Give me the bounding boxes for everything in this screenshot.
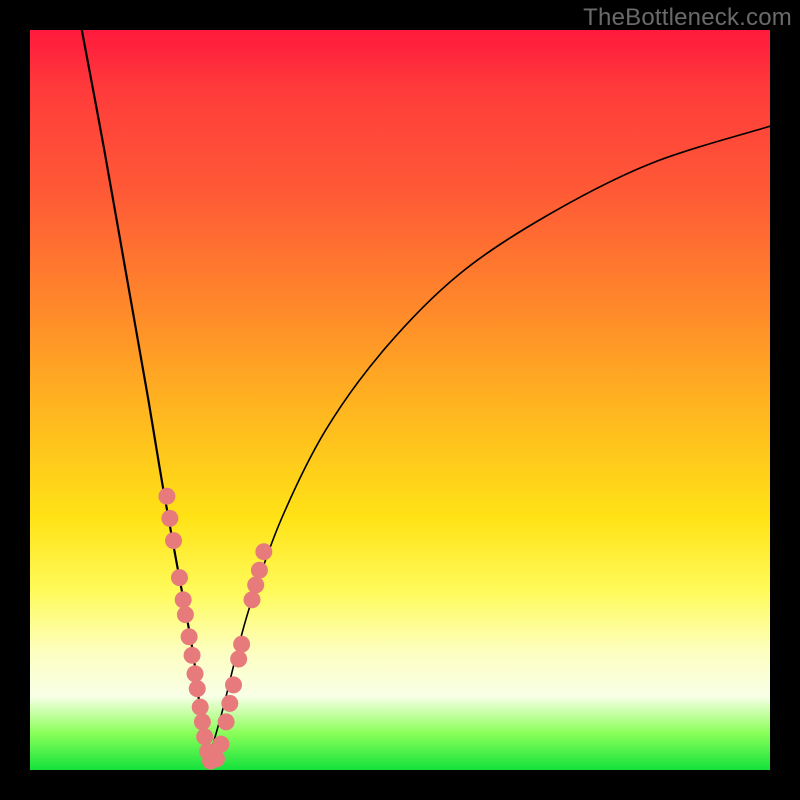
data-marker: [187, 665, 204, 682]
data-marker: [181, 628, 198, 645]
data-marker: [192, 699, 209, 716]
data-marker: [221, 695, 238, 712]
data-marker: [175, 591, 192, 608]
data-marker: [171, 569, 188, 586]
curve-right-branch: [208, 126, 770, 762]
data-marker: [208, 750, 225, 767]
data-marker: [233, 636, 250, 653]
data-marker: [230, 651, 247, 668]
data-marker: [212, 736, 229, 753]
data-marker: [158, 488, 175, 505]
data-marker: [218, 713, 235, 730]
data-marker: [247, 577, 264, 594]
data-marker: [165, 532, 182, 549]
data-marker: [244, 591, 261, 608]
data-marker: [196, 728, 213, 745]
data-marker: [194, 713, 211, 730]
marker-group: [158, 488, 272, 770]
data-marker: [189, 680, 206, 697]
data-marker: [161, 510, 178, 527]
chart-overlay: [30, 30, 770, 770]
data-marker: [251, 562, 268, 579]
chart-frame: TheBottleneck.com: [0, 0, 800, 800]
watermark-text: TheBottleneck.com: [583, 4, 792, 32]
data-marker: [225, 676, 242, 693]
data-marker: [255, 543, 272, 560]
data-marker: [184, 647, 201, 664]
data-marker: [177, 606, 194, 623]
